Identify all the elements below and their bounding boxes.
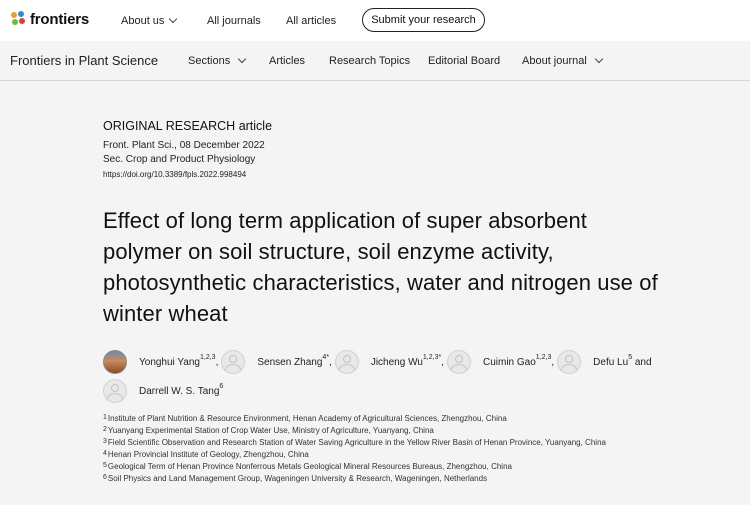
author-name[interactable]: Yonghui Yang1,2,3, xyxy=(139,353,218,368)
author-name[interactable]: Darrell W. S. Tang6 xyxy=(139,382,224,397)
nav-all-articles[interactable]: All articles xyxy=(286,0,336,41)
journal-nav-about-journal[interactable]: About journal xyxy=(522,41,604,80)
author-name[interactable]: Sensen Zhang4*, xyxy=(257,353,332,368)
person-body-icon xyxy=(107,393,123,402)
author-sep: and xyxy=(632,356,652,368)
author-avatar-placeholder[interactable] xyxy=(334,350,359,374)
author-affil-sup: 6 xyxy=(219,382,224,390)
author-name-text: Defu Lu xyxy=(593,356,629,368)
affiliation-item: 1Institute of Plant Nutrition & Resource… xyxy=(103,413,606,425)
person-head-icon xyxy=(229,355,238,363)
journal-nav-research-topics[interactable]: Research Topics xyxy=(329,41,410,80)
frontiers-logo[interactable]: frontiers xyxy=(11,9,89,29)
person-body-icon xyxy=(225,364,242,373)
article-title: Effect of long term application of super… xyxy=(103,208,658,326)
nav-all-journals[interactable]: All journals xyxy=(207,0,261,41)
affiliation-number: 1 xyxy=(103,414,107,421)
journal-nav-editorial-board-label: Editorial Board xyxy=(428,54,501,67)
journal-title[interactable]: Frontiers in Plant Science xyxy=(10,41,158,80)
author-affil-sup: 5 xyxy=(628,353,633,361)
chevron-down-icon xyxy=(169,14,178,23)
author-name-text: Yonghui Yang xyxy=(139,356,200,368)
author-sep: , xyxy=(329,356,332,368)
affiliation-text: Geological Term of Henan Province Nonfer… xyxy=(107,462,512,471)
author-name-text: Jicheng Wu xyxy=(370,356,423,368)
affiliation-text: Soil Physics and Land Management Group, … xyxy=(107,474,488,483)
author-affil-sup: 1,2,3 xyxy=(535,353,552,361)
affiliation-item: 3Field Scientific Observation and Resear… xyxy=(103,437,606,449)
affiliation-number: 2 xyxy=(103,426,107,433)
journal-header: Frontiers in Plant Science Sections Arti… xyxy=(0,41,750,81)
author-sep: , xyxy=(441,356,444,368)
author-name[interactable]: Defu Lu5 and xyxy=(593,353,652,368)
author-name-text: Darrell W. S. Tang xyxy=(139,385,220,397)
journal-nav-sections-label: Sections xyxy=(188,54,231,67)
person-head-icon xyxy=(111,384,119,392)
affiliation-item: 5Geological Term of Henan Province Nonfe… xyxy=(103,461,606,473)
article-type-suffix: article xyxy=(238,119,273,133)
affiliation-text: Yuanyang Experimental Station of Crop Wa… xyxy=(107,426,434,435)
affiliation-item: 4Henan Provincial Institute of Geology, … xyxy=(103,449,606,461)
person-body-icon xyxy=(450,364,467,373)
logo-text: frontiers xyxy=(30,10,90,28)
article-section[interactable]: Sec. Crop and Product Physiology xyxy=(103,154,255,165)
nav-about-us[interactable]: About us xyxy=(121,0,178,41)
person-head-icon xyxy=(565,355,574,363)
person-body-icon xyxy=(338,364,355,373)
frontiers-logo-icon xyxy=(11,11,27,27)
affiliation-number: 4 xyxy=(103,450,107,457)
author-sep: , xyxy=(551,356,555,368)
author-avatar-placeholder[interactable] xyxy=(221,350,246,374)
person-head-icon xyxy=(454,355,463,363)
journal-nav-research-topics-label: Research Topics xyxy=(329,54,411,67)
affiliation-item: 2Yuanyang Experimental Station of Crop W… xyxy=(103,425,606,437)
affiliation-number: 3 xyxy=(103,438,107,445)
nav-all-journals-label: All journals xyxy=(207,14,261,27)
affiliation-text: Field Scientific Observation and Researc… xyxy=(107,438,606,447)
affiliation-text: Institute of Plant Nutrition & Resource … xyxy=(107,414,507,423)
author-affil-sup: 4* xyxy=(322,353,330,361)
author-avatar-placeholder[interactable] xyxy=(446,350,471,374)
submit-research-button[interactable]: Submit your research xyxy=(362,8,485,32)
author-name-text: Cuimin Gao xyxy=(482,356,536,368)
journal-nav-articles[interactable]: Articles xyxy=(269,41,305,80)
author-affil-sup: 1,2,3* xyxy=(422,353,442,361)
site-header: frontiers About us All journals All arti… xyxy=(0,0,750,41)
affiliation-list: 1Institute of Plant Nutrition & Resource… xyxy=(103,413,606,485)
author-line-2: Darrell W. S. Tang6 xyxy=(103,379,223,403)
journal-nav-editorial-board[interactable]: Editorial Board xyxy=(428,41,500,80)
author-avatar-placeholder[interactable] xyxy=(103,379,127,403)
nav-about-us-label: About us xyxy=(121,14,165,27)
affiliation-item: 6Soil Physics and Land Management Group,… xyxy=(103,473,606,485)
journal-nav-sections[interactable]: Sections xyxy=(188,41,247,80)
chevron-down-icon xyxy=(594,54,604,63)
affiliation-number: 5 xyxy=(103,462,107,469)
author-name[interactable]: Cuimin Gao1,2,3, xyxy=(482,353,555,368)
article-type-prefix: ORIGINAL RESEARCH xyxy=(103,119,236,133)
author-avatar-placeholder[interactable] xyxy=(557,350,582,374)
article-citation: Front. Plant Sci., 08 December 2022 xyxy=(103,140,265,151)
author-avatar[interactable] xyxy=(103,350,127,374)
journal-nav-articles-label: Articles xyxy=(269,54,306,67)
article-doi-link[interactable]: https://doi.org/10.3389/fpls.2022.998494 xyxy=(103,170,246,179)
affiliation-text: Henan Provincial Institute of Geology, Z… xyxy=(107,450,309,459)
chevron-down-icon xyxy=(237,54,247,63)
article-type: ORIGINAL RESEARCH article xyxy=(103,119,272,133)
author-name-text: Sensen Zhang xyxy=(257,356,323,368)
person-body-icon xyxy=(561,364,578,373)
author-line-1: Yonghui Yang1,2,3, Sensen Zhang4*, Jiche… xyxy=(103,350,652,374)
author-affil-sup: 1,2,3 xyxy=(200,353,216,361)
nav-all-articles-label: All articles xyxy=(286,14,337,27)
affiliation-number: 6 xyxy=(103,474,107,481)
person-head-icon xyxy=(342,355,351,363)
journal-nav-about-journal-label: About journal xyxy=(522,54,587,67)
author-name[interactable]: Jicheng Wu1,2,3*, xyxy=(370,353,444,368)
